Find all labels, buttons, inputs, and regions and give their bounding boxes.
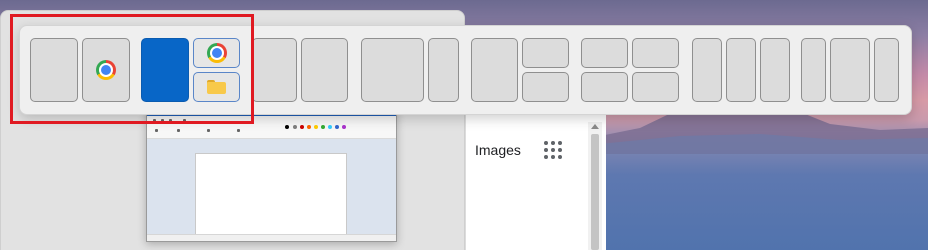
snap-zone-left[interactable]: [252, 38, 297, 102]
scrollbar-thumb[interactable]: [591, 134, 599, 250]
snap-zone-center[interactable]: [726, 38, 756, 102]
scrollbar[interactable]: [588, 122, 602, 250]
images-link[interactable]: Images: [475, 142, 521, 158]
apps-grid-icon[interactable]: [544, 141, 562, 159]
snap-layout-narrow-wide-narrow: [801, 38, 900, 102]
snap-zone-bottom-left[interactable]: [581, 72, 628, 102]
snap-zone-right[interactable]: [301, 38, 348, 102]
paint-canvas[interactable]: [195, 153, 347, 237]
snap-layout-four-quadrants: [581, 38, 679, 102]
snap-zone-left[interactable]: [801, 38, 826, 102]
snap-layout-left-two-stacked: [471, 38, 569, 102]
snap-zone-bottom-right[interactable]: [632, 72, 679, 102]
paint-status-bar: [147, 234, 396, 241]
snap-zone-center[interactable]: [830, 38, 870, 102]
snap-layout-wide-left: [361, 38, 459, 102]
snap-layout-three-columns: [692, 38, 790, 102]
snap-zone-left[interactable]: [692, 38, 722, 102]
snap-layout-two-thirds: [252, 38, 349, 102]
browser-side-panel: [465, 114, 606, 250]
snap-zone-right[interactable]: [760, 38, 790, 102]
snap-zone-wide[interactable]: [361, 38, 424, 102]
snap-zone-left[interactable]: [471, 38, 518, 102]
paint-workspace: [147, 139, 396, 237]
snap-zone-top-left[interactable]: [581, 38, 628, 68]
snap-zone-bottom-right[interactable]: [522, 72, 569, 102]
snap-zone-narrow[interactable]: [428, 38, 459, 102]
annotation-highlight-box: [10, 14, 254, 124]
paint-window-thumbnail[interactable]: [146, 108, 397, 242]
snap-zone-right[interactable]: [874, 38, 899, 102]
scroll-up-icon[interactable]: [591, 124, 599, 129]
snap-zone-top-right[interactable]: [632, 38, 679, 68]
snap-zone-top-right[interactable]: [522, 38, 569, 68]
